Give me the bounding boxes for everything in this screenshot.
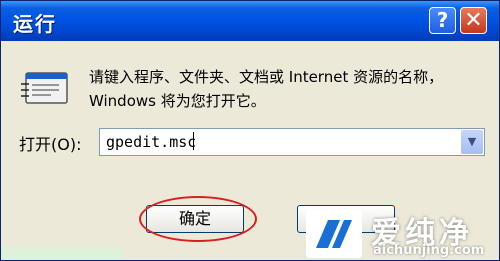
command-combobox[interactable]: gpedit.msc ▼ [99, 128, 485, 156]
watermark-url: aichunjing.com [373, 243, 485, 258]
description-text: 请键入程序、文件夹、文档或 Internet 资源的名称，Windows 将为您… [89, 68, 444, 110]
close-button[interactable]: ✕ [460, 7, 487, 34]
text-caret [193, 132, 194, 150]
highlight-ellipse [139, 196, 257, 242]
watermark-logo-icon [306, 210, 362, 258]
watermark: 爱纯净 aichunjing.com [301, 204, 499, 260]
open-label: 打开(O): [19, 135, 82, 154]
help-button[interactable]: ? [429, 7, 456, 34]
background-strip [1, 247, 121, 260]
run-icon [21, 72, 68, 104]
dropdown-arrow-icon[interactable]: ▼ [461, 130, 483, 154]
window-title: 运行 [13, 12, 57, 36]
run-dialog: 运行 ? ✕ 请键入程序、文件夹、文档或 Internet 资源的名称，Wind… [0, 0, 500, 261]
command-input[interactable]: gpedit.msc [106, 133, 196, 151]
title-bar[interactable]: 运行 ? ✕ [1, 1, 499, 41]
